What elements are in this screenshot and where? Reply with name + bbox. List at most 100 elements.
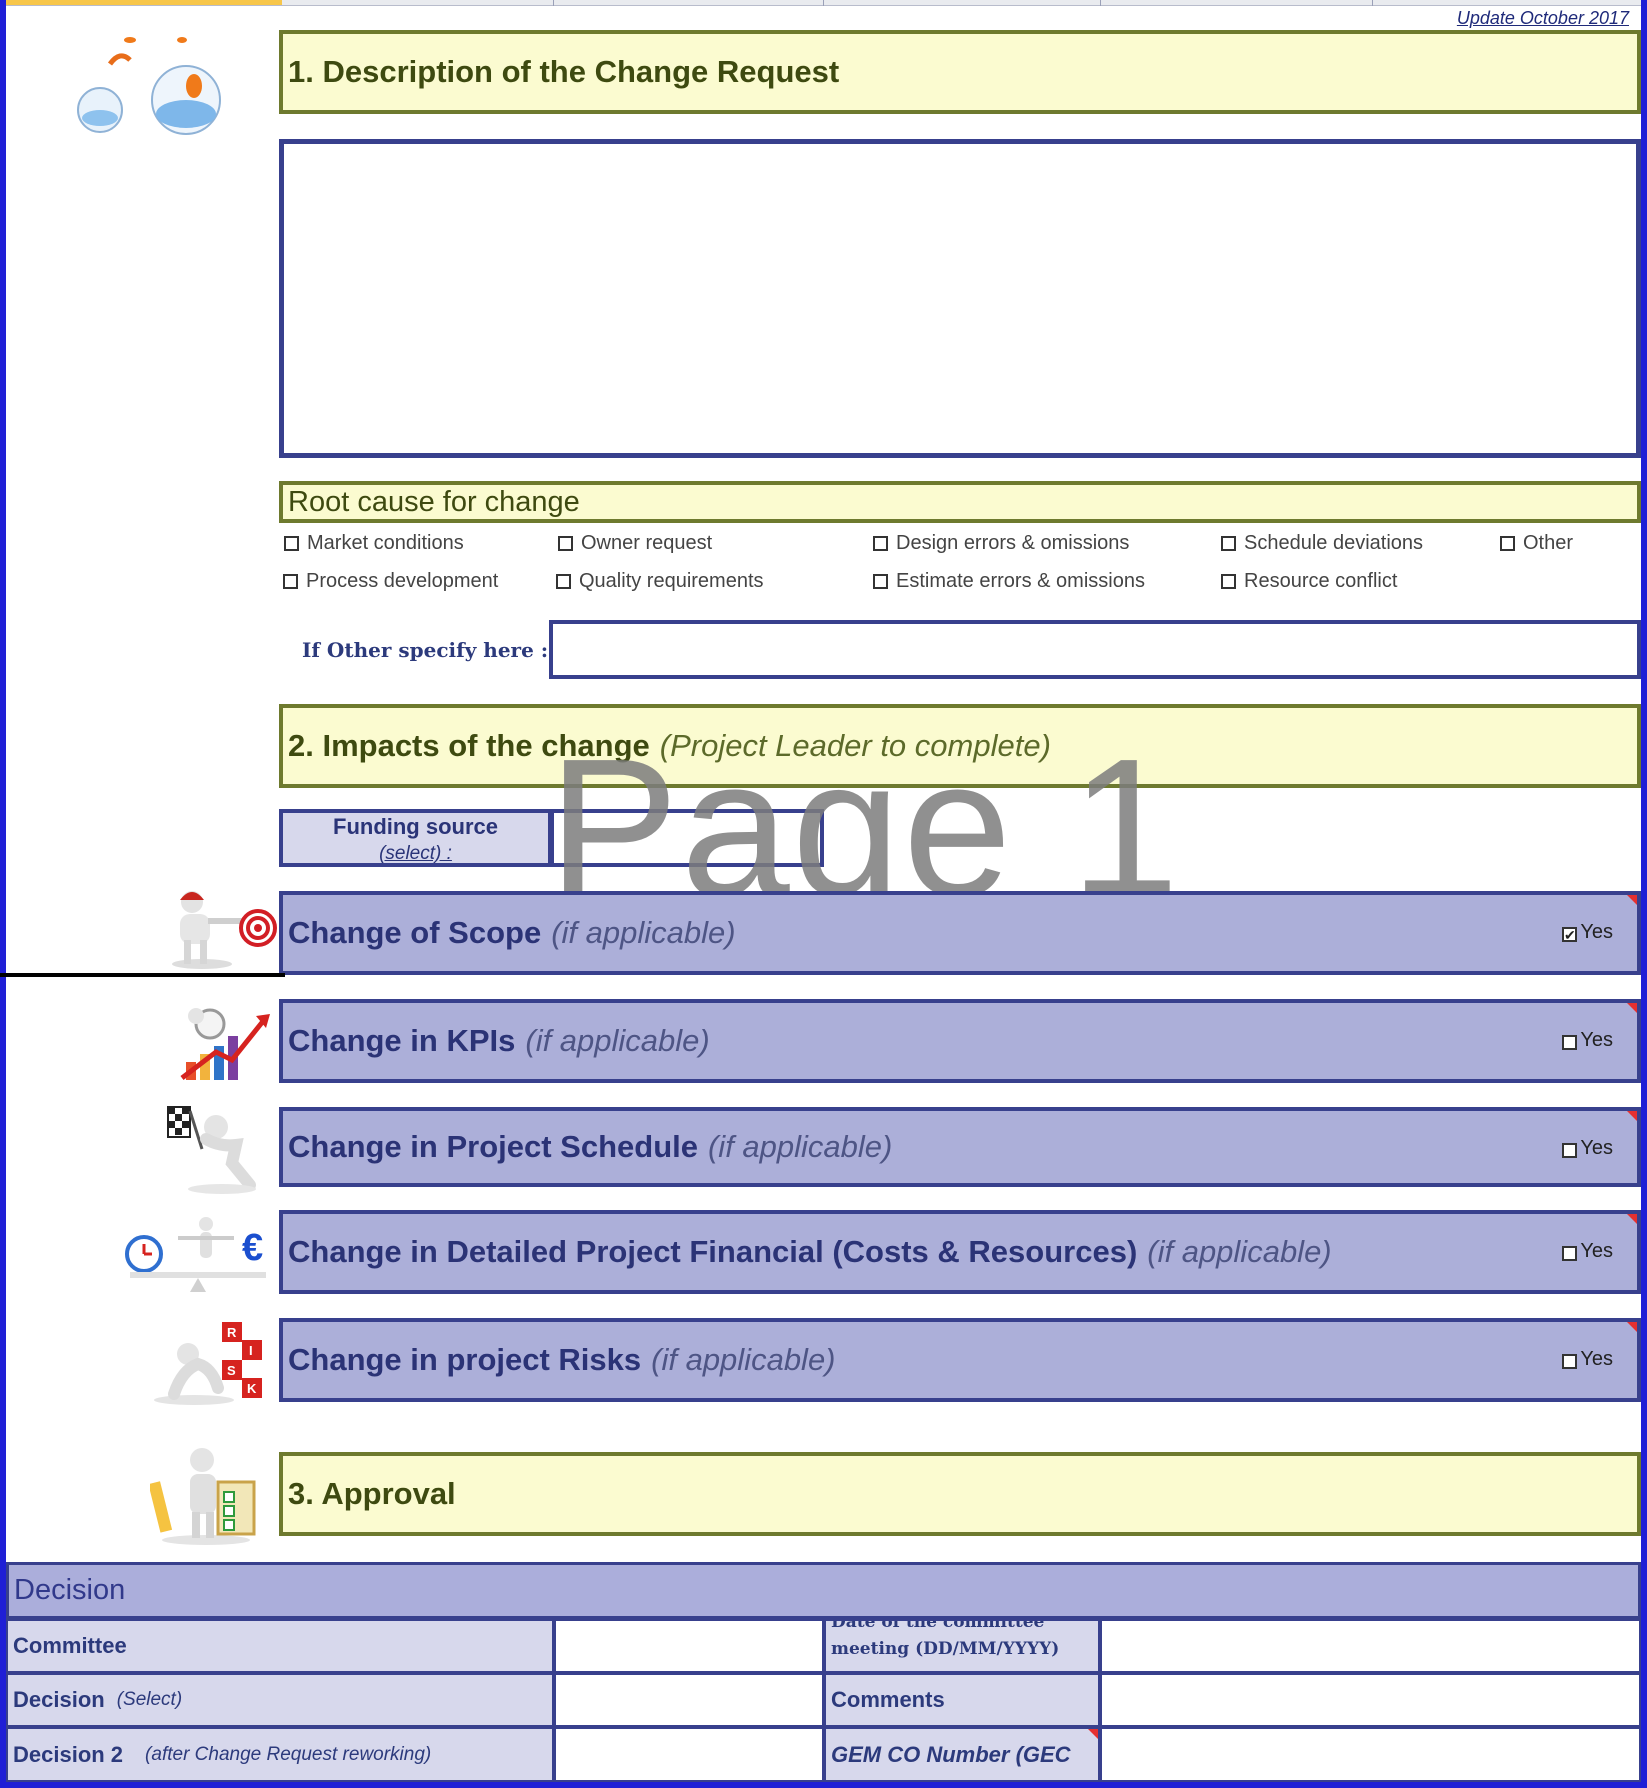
committee-value[interactable] [554,1619,824,1673]
checkbox-box[interactable] [1221,536,1236,551]
checkbox-quality-requirements[interactable]: Quality requirements [556,570,764,593]
comments-value[interactable] [1100,1673,1641,1727]
checkered-flag-icon [162,1103,272,1195]
comment-indicator-icon [1627,895,1637,905]
impact-risks-subtitle: (if applicable) [651,1342,836,1377]
comment-indicator-icon [1627,1214,1637,1224]
section-1-title: 1. Description of the Change Request [288,54,840,89]
checkbox-icon[interactable] [1562,1354,1578,1369]
impact-risks-title: Change in project Risks [288,1342,642,1377]
checked-checkbox-icon[interactable]: ✔ [1562,927,1578,942]
checkbox-icon[interactable] [1562,1246,1578,1261]
checkbox-box[interactable] [873,574,888,589]
comments-label: Comments [824,1673,1100,1727]
checkbox-design-errors[interactable]: Design errors & omissions [873,532,1129,555]
other-specify-input[interactable] [549,620,1641,679]
decision-select[interactable] [554,1673,824,1727]
section-3-header: 3. Approval [279,1452,1641,1536]
row-divider [0,973,285,977]
checkbox-box[interactable] [1500,536,1515,551]
description-textarea[interactable] [279,139,1641,458]
svg-text:€: € [242,1227,263,1269]
checkbox-label: Estimate errors & omissions [896,570,1145,592]
checkbox-estimate-errors[interactable]: Estimate errors & omissions [873,570,1145,593]
impact-schedule-header: Change in Project Schedule (if applicabl… [279,1107,1641,1187]
checkbox-label: Quality requirements [579,570,764,592]
checkbox-resource-conflict[interactable]: Resource conflict [1221,570,1397,593]
svg-text:K: K [247,1381,257,1396]
svg-text:I: I [249,1343,253,1358]
checkbox-market-conditions[interactable]: Market conditions [284,532,464,555]
svg-text:S: S [227,1363,236,1378]
impact-scope-yes[interactable]: ✔ Yes [1562,921,1613,944]
checkbox-other[interactable]: Other [1500,532,1573,555]
impact-risks-yes[interactable]: Yes [1562,1348,1613,1371]
clock-euro-balance-icon: € [118,1214,278,1294]
risk-blocks-icon: R I S K [144,1318,272,1408]
approval-checklist-icon [150,1446,262,1546]
impact-kpi-header: Change in KPIs (if applicable) Yes [279,999,1641,1083]
impact-kpi-title: Change in KPIs [288,1023,516,1058]
yes-label: Yes [1580,1137,1613,1159]
checkbox-schedule-deviations[interactable]: Schedule deviations [1221,532,1423,555]
checkbox-label: Other [1523,532,1574,554]
checkbox-label: Schedule deviations [1244,532,1424,554]
yes-label: Yes [1580,921,1613,943]
yes-label: Yes [1580,1029,1613,1051]
decision-label: Decision (Select) [6,1673,554,1727]
funding-source-hint: (select) : [379,843,452,864]
impact-kpi-subtitle: (if applicable) [525,1023,710,1058]
kpi-chart-icon [176,1006,272,1088]
impact-risks-header: Change in project Risks (if applicable) … [279,1318,1641,1402]
impact-financial-yes[interactable]: Yes [1562,1240,1613,1263]
comment-indicator-icon [1627,1111,1637,1121]
committee-date-label: Date of the committee meeting (DD/MM/YYY… [824,1619,1100,1673]
impact-financial-header: Change in Detailed Project Financial (Co… [279,1210,1641,1294]
impact-schedule-subtitle: (if applicable) [707,1129,893,1164]
comment-indicator-icon [1627,1003,1637,1013]
funding-source-text: Funding source [333,814,498,839]
root-cause-header: Root cause for change [279,481,1641,523]
checkbox-box[interactable] [558,536,573,551]
impact-scope-title: Change of Scope [288,915,542,950]
yes-label: Yes [1580,1240,1613,1262]
decision-2-hint: (after Change Request reworking) [145,1743,432,1765]
impact-scope-header: Change of Scope (if applicable) ✔ Yes [279,891,1641,975]
checkbox-label: Design errors & omissions [896,532,1130,554]
funding-source-label: Funding source (select) : [279,809,552,867]
committee-label: Committee [6,1619,554,1673]
decision-2-text: Decision 2 [13,1741,124,1767]
checkbox-box[interactable] [873,536,888,551]
decision-2-select[interactable] [554,1727,824,1782]
impact-schedule-yes[interactable]: Yes [1562,1137,1613,1160]
checkbox-box[interactable] [1221,574,1236,589]
checkbox-owner-request[interactable]: Owner request [558,532,712,555]
gem-co-number-label: GEM CO Number (GEC [824,1727,1100,1782]
impact-financial-subtitle: (if applicable) [1147,1234,1332,1269]
other-specify-label: If Other specify here : [302,638,549,662]
impact-scope-subtitle: (if applicable) [551,915,736,950]
goldfish-bowls-icon [70,34,226,138]
checkbox-icon[interactable] [1562,1143,1578,1158]
impact-kpi-yes[interactable]: Yes [1562,1029,1613,1052]
checkbox-icon[interactable] [1562,1035,1578,1050]
gem-co-number-text: GEM CO Number (GEC [831,1741,1071,1767]
checkbox-label: Resource conflict [1244,570,1398,592]
yes-label: Yes [1580,1348,1613,1370]
decision-text: Decision [13,1687,105,1712]
scope-target-icon [162,880,278,972]
decision-hint: (Select) [116,1689,183,1710]
gem-co-number-value[interactable] [1100,1727,1641,1782]
committee-date-value[interactable] [1100,1619,1641,1673]
comments-text: Comments [831,1687,945,1712]
checkbox-label: Owner request [581,532,713,554]
checkbox-box[interactable] [556,574,571,589]
comment-indicator-icon [1088,1729,1098,1739]
checkbox-box[interactable] [284,536,299,551]
checkbox-process-development[interactable]: Process development [283,570,498,593]
root-cause-title: Root cause for change [288,485,580,518]
checkbox-label: Process development [306,570,499,592]
decision-2-label: Decision 2 (after Change Request reworki… [6,1727,554,1782]
checkbox-box[interactable] [283,574,298,589]
committee-text: Committee [13,1633,127,1658]
